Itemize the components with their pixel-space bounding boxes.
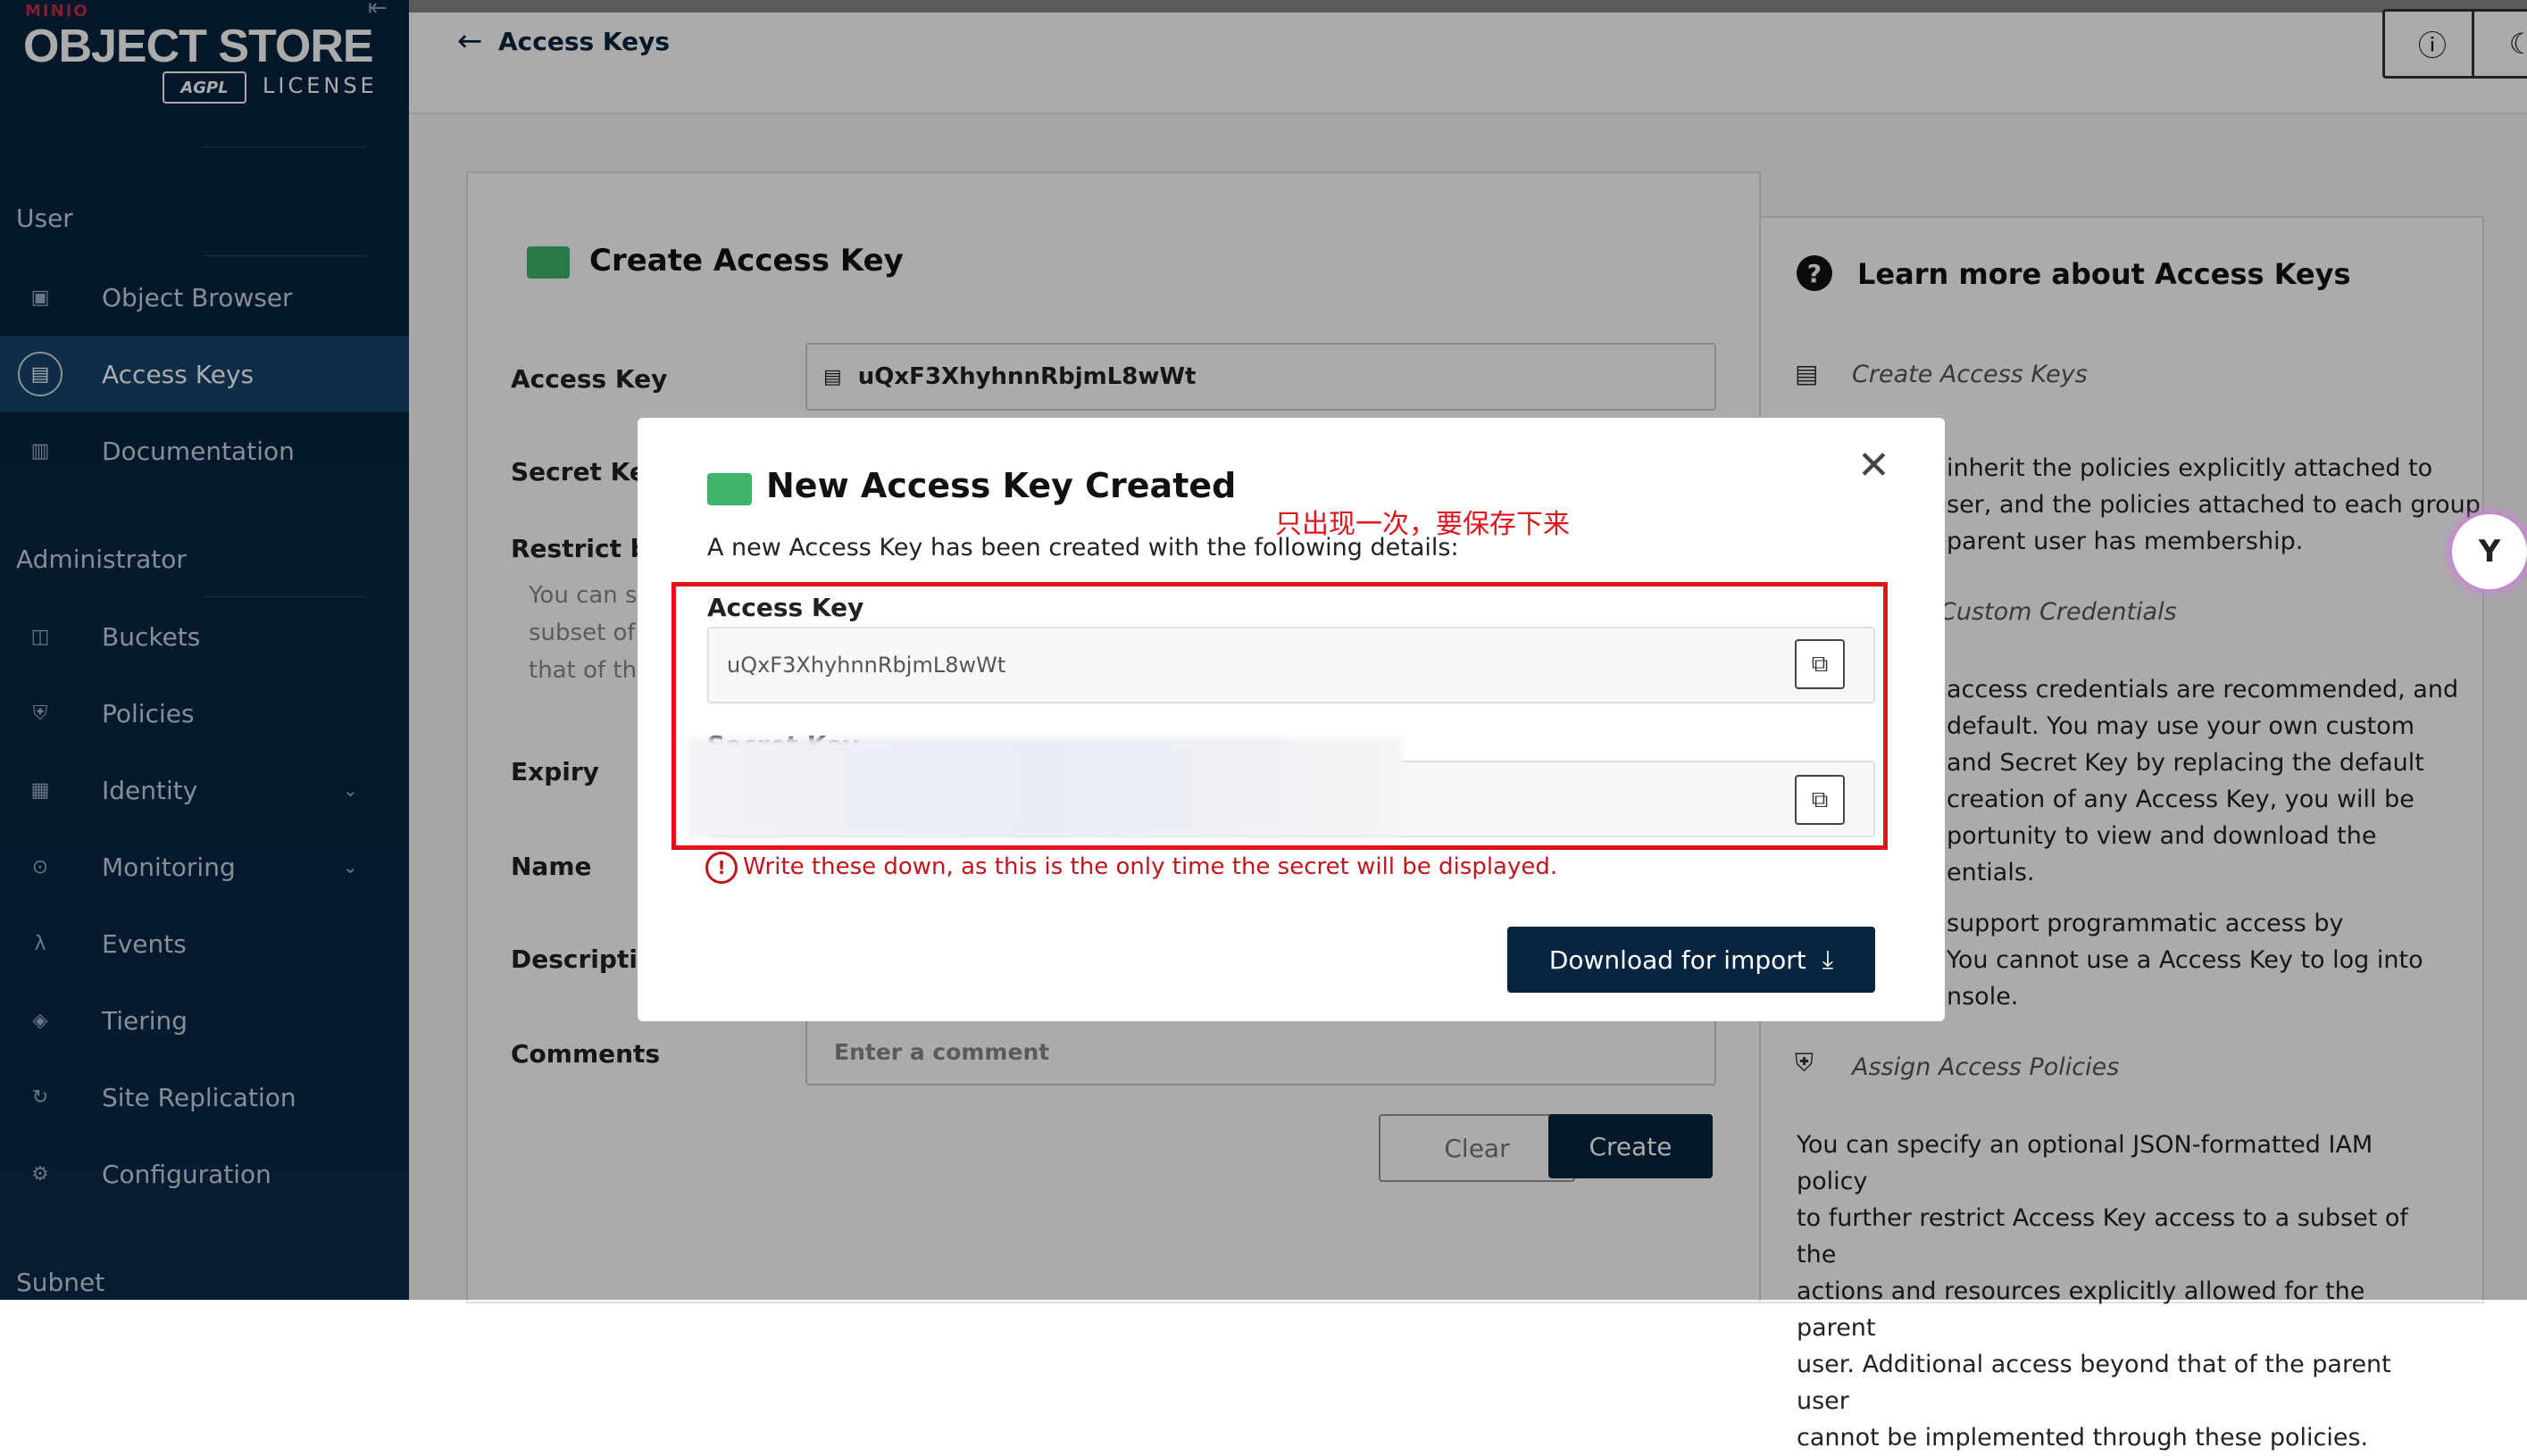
annotation-highlight-box [671,582,1888,850]
help-line: user. Additional access beyond that of t… [1797,1351,2391,1415]
download-for-import-button[interactable]: Download for import ⤓ [1507,927,1875,993]
modal-title: New Access Key Created [766,466,1237,505]
download-button-label: Download for import [1548,944,1806,975]
download-icon: ⤓ [1822,944,1834,974]
floating-assistant-icon[interactable]: Y [2452,514,2527,589]
access-key-created-icon [707,473,752,505]
warning-text: Write these down, as this is the only ti… [743,853,1558,880]
warning-icon: ! [705,852,738,884]
close-icon[interactable]: ✕ [1857,443,1890,488]
modal-subtitle: A new Access Key has been created with t… [707,534,1459,562]
help-line: cannot be implemented through these poli… [1797,1424,2369,1452]
